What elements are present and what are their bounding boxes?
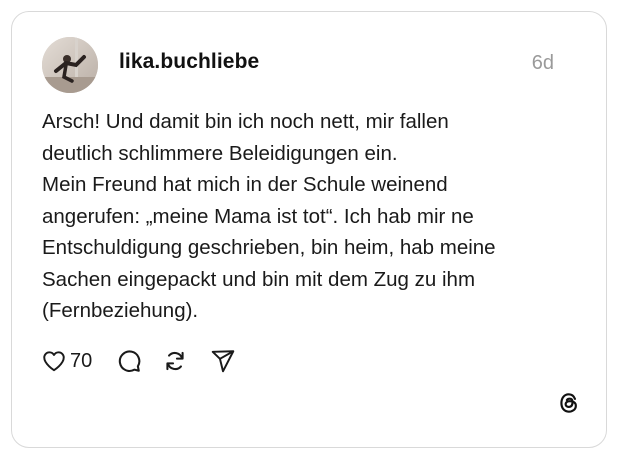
post-card: lika.buchliebe 6d Arsch! Und damit bin i… (11, 11, 607, 448)
avatar[interactable] (42, 37, 98, 93)
post-text-line: Arsch! Und damit bin ich noch nett, mir … (42, 110, 449, 133)
send-icon (211, 350, 235, 373)
repost-button[interactable] (162, 348, 188, 374)
heart-icon (43, 351, 65, 372)
post-timestamp: 6d (531, 52, 554, 74)
post-text-line: (Fernbeziehung). (42, 299, 199, 322)
post-text-line: angerufen: „meine Mama ist tot“. Ich hab… (42, 204, 474, 228)
like-button[interactable]: 70 (41, 348, 92, 374)
comment-bubble-icon (119, 350, 141, 372)
post-text-line: Entschuldigung geschrieben, bin heim, ha… (42, 236, 496, 259)
share-button[interactable] (210, 348, 236, 374)
action-bar: 70 (41, 346, 236, 376)
post-text: Arsch! Und damit bin ich noch nett, mir … (42, 106, 582, 327)
post-text-line: deutlich schlimmere Beleidigungen ein. (42, 141, 398, 165)
post-text-line: Sachen eingepackt und bin mit dem Zug zu… (42, 267, 476, 291)
threads-logo-icon (556, 390, 582, 421)
post-text-line: Mein Freund hat mich in der Schule weine… (42, 173, 448, 196)
avatar-image (42, 37, 98, 93)
like-count: 70 (70, 349, 93, 372)
comment-button[interactable] (116, 348, 142, 374)
repost-icon (166, 351, 184, 371)
username[interactable]: lika.buchliebe (119, 50, 259, 74)
